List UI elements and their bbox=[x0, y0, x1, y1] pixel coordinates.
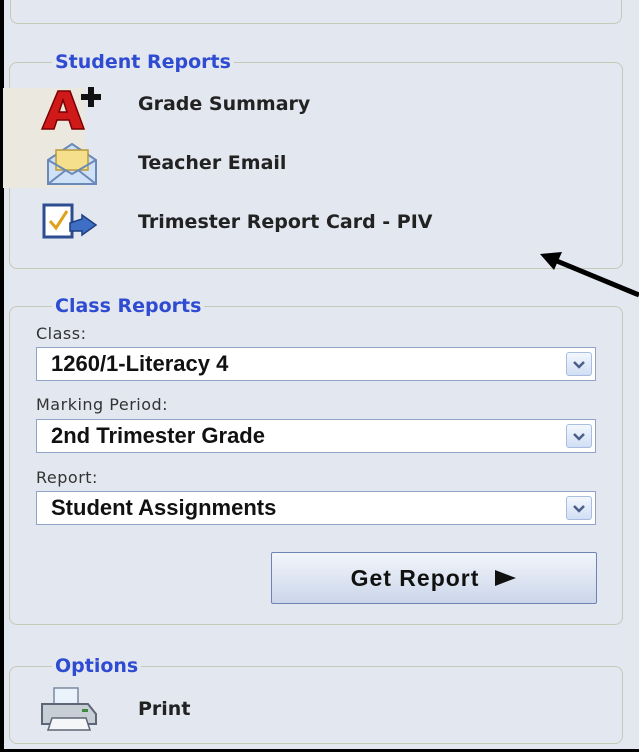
teacher-email-label: Teacher Email bbox=[138, 152, 287, 174]
class-select-value: 1260/1-Literacy 4 bbox=[51, 351, 229, 376]
chevron-down-icon[interactable] bbox=[566, 496, 592, 520]
trimester-report-card-link[interactable]: Trimester Report Card - PIV bbox=[42, 203, 433, 239]
grade-summary-link[interactable]: Grade Summary bbox=[40, 87, 311, 130]
chevron-down-icon[interactable] bbox=[566, 424, 592, 448]
get-report-button[interactable]: Get Report bbox=[271, 552, 597, 604]
report-card-icon bbox=[42, 203, 98, 239]
pointer-arrow-icon bbox=[540, 252, 639, 298]
class-reports-legend: Class Reports bbox=[55, 295, 202, 317]
class-select[interactable]: 1260/1-Literacy 4 bbox=[36, 347, 596, 381]
grade-summary-label: Grade Summary bbox=[138, 93, 311, 115]
options-legend: Options bbox=[55, 655, 139, 677]
marking-period-select[interactable]: 2nd Trimester Grade bbox=[36, 419, 596, 453]
email-envelope-icon bbox=[47, 142, 97, 185]
chevron-down-icon[interactable] bbox=[566, 352, 592, 376]
print-link[interactable]: Print bbox=[41, 687, 191, 731]
report-select-value: Student Assignments bbox=[51, 495, 277, 520]
teacher-email-link[interactable]: Teacher Email bbox=[47, 142, 287, 185]
report-label: Report: bbox=[36, 468, 98, 487]
marking-period-label: Marking Period: bbox=[36, 395, 169, 414]
class-label: Class: bbox=[36, 324, 87, 343]
marking-period-select-value: 2nd Trimester Grade bbox=[51, 423, 265, 448]
options-panel: Options bbox=[9, 656, 623, 744]
play-arrow-icon bbox=[495, 570, 517, 586]
trimester-report-card-label: Trimester Report Card - PIV bbox=[138, 211, 433, 233]
student-reports-legend: Student Reports bbox=[55, 51, 231, 73]
print-label: Print bbox=[138, 698, 191, 720]
grade-a-plus-icon bbox=[40, 87, 101, 130]
printer-icon bbox=[41, 687, 97, 731]
report-select[interactable]: Student Assignments bbox=[36, 491, 596, 525]
top-panel bbox=[10, 0, 622, 24]
get-report-label: Get Report bbox=[350, 564, 480, 591]
